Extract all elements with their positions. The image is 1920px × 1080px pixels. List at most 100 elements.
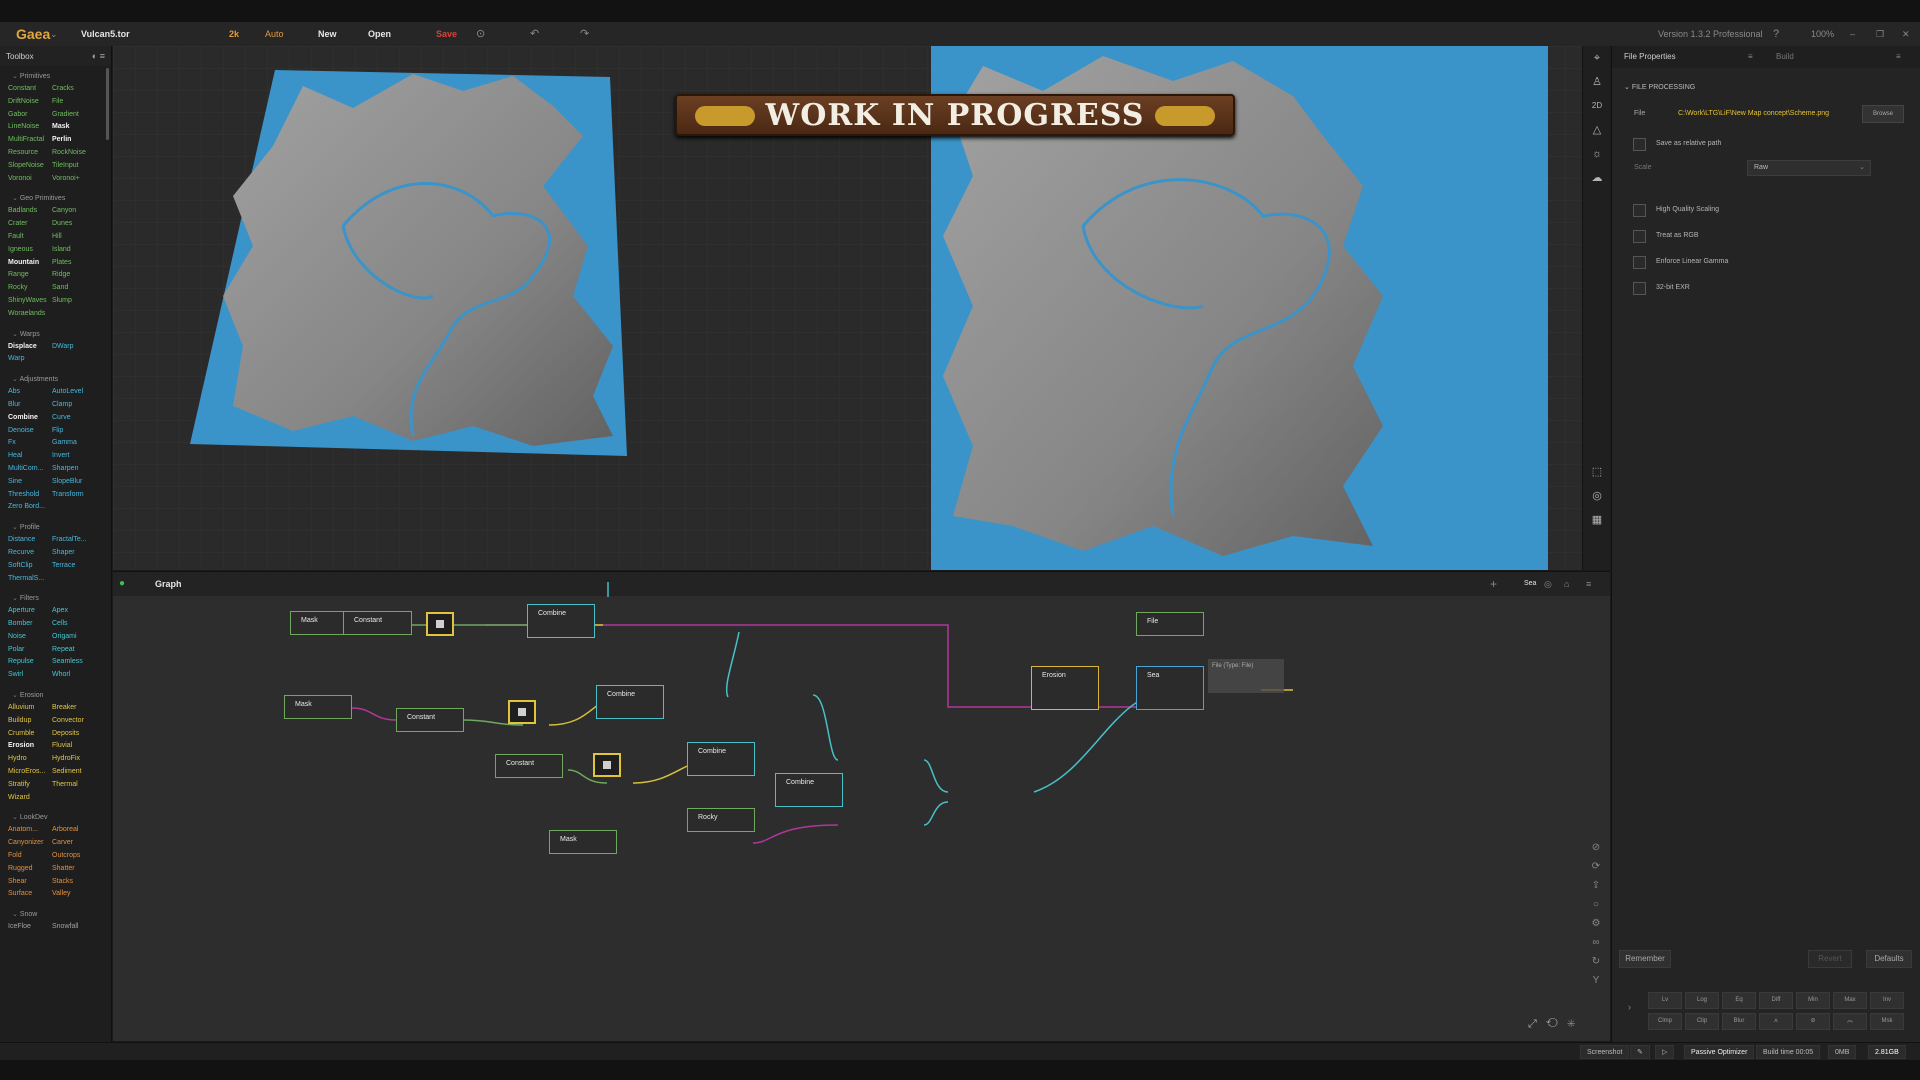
toolbox-node-item[interactable]: File bbox=[52, 96, 112, 108]
toolbox-node-item[interactable]: Resource bbox=[8, 147, 52, 159]
properties-menu-icon[interactable]: ≡ bbox=[1748, 46, 1753, 68]
toolbox-node-item[interactable]: Constant bbox=[8, 83, 52, 95]
toolbox-node-item[interactable]: Heal bbox=[8, 450, 52, 462]
toolbox-node-item[interactable]: Sine bbox=[8, 476, 52, 488]
toolbox-node-item[interactable]: AutoLevel bbox=[52, 386, 112, 398]
toolbox-node-item[interactable]: Mountain bbox=[8, 257, 52, 269]
cloud-icon[interactable]: ☁ bbox=[1583, 166, 1611, 190]
toolbox-node-item[interactable]: Gamma bbox=[52, 437, 112, 449]
toolbox-section-title[interactable]: Erosion bbox=[0, 689, 111, 702]
build-mode-dropdown[interactable]: Auto bbox=[265, 22, 284, 46]
toolbox-node-item[interactable]: Hydro bbox=[8, 753, 52, 765]
help-icon[interactable]: ? bbox=[1773, 22, 1779, 46]
toolbox-node-item[interactable]: RockNoise bbox=[52, 147, 112, 159]
mini-tool-button[interactable]: Lv bbox=[1648, 992, 1682, 1009]
frame-icon[interactable]: ⬚ bbox=[1583, 460, 1611, 484]
option-checkbox[interactable] bbox=[1633, 230, 1646, 243]
relative-path-checkbox[interactable] bbox=[1633, 138, 1646, 151]
toolbox-node-item[interactable]: Aperture bbox=[8, 605, 52, 617]
toolbox-section-title[interactable]: Snow bbox=[0, 908, 111, 921]
play-icon[interactable]: ▷ bbox=[1655, 1045, 1675, 1059]
toolbox-node-item[interactable]: Wizard bbox=[8, 792, 52, 804]
toolbox-node-item[interactable]: Invert bbox=[52, 450, 112, 462]
toolbox-node-item[interactable]: Voronoi+ bbox=[52, 173, 112, 185]
toolbox-node-item[interactable]: Voronoi bbox=[8, 173, 52, 185]
toolbox-node-item[interactable]: Polar bbox=[8, 644, 52, 656]
toolbox-node-item[interactable]: Crumble bbox=[8, 728, 52, 740]
toolbox-menu-icon[interactable]: ◐ ≡ bbox=[92, 51, 105, 61]
graph-node-combine2[interactable]: Combine bbox=[596, 685, 664, 719]
mini-tool-button[interactable]: ⊘ bbox=[1796, 1013, 1830, 1030]
toolbox-node-item[interactable]: Rocky bbox=[8, 282, 52, 294]
toolbox-node-item[interactable]: Deposits bbox=[52, 728, 112, 740]
toolbox-node-item[interactable]: Recurve bbox=[8, 547, 52, 559]
toolbox-node-item[interactable]: Mask bbox=[52, 121, 112, 133]
toolbox-node-item[interactable]: Valley bbox=[52, 888, 112, 900]
tab-build[interactable]: Build bbox=[1776, 46, 1794, 68]
pin-icon[interactable]: ✳ bbox=[1567, 1018, 1575, 1030]
toolbox-node-item[interactable]: Fx bbox=[8, 437, 52, 449]
mini-tool-button[interactable]: Blur bbox=[1722, 1013, 1756, 1030]
toolbox-node-item[interactable]: Transform bbox=[52, 489, 112, 501]
toolbox-node-item[interactable]: Convector bbox=[52, 715, 112, 727]
graph-portal-node[interactable] bbox=[426, 612, 454, 636]
toolbox-node-item[interactable]: HydroFix bbox=[52, 753, 112, 765]
toolbox-node-item[interactable]: Repulse bbox=[8, 656, 52, 668]
grid-icon[interactable]: ▦ bbox=[1583, 508, 1611, 532]
graph-node-const2[interactable]: Constant bbox=[396, 708, 464, 732]
toolbox-node-item[interactable]: Surface bbox=[8, 888, 52, 900]
toolbox-node-item[interactable]: Gabor bbox=[8, 109, 52, 121]
sync-icon[interactable]: ⟲ bbox=[1546, 1018, 1558, 1030]
toolbox-node-item[interactable]: Dunes bbox=[52, 218, 112, 230]
graph-node-erosion[interactable]: Erosion bbox=[1031, 666, 1099, 710]
mini-tool-button[interactable]: Clip bbox=[1685, 1013, 1719, 1030]
terrain-icon[interactable]: △ bbox=[1583, 118, 1611, 142]
toolbox-node-item[interactable]: Denoise bbox=[8, 425, 52, 437]
branch-icon[interactable]: Y bbox=[1582, 975, 1610, 994]
toolbox-node-item[interactable]: Shatter bbox=[52, 863, 112, 875]
revert-button[interactable]: Revert bbox=[1808, 950, 1852, 968]
graph-node-combine3[interactable]: Combine bbox=[687, 742, 755, 776]
gear-icon[interactable]: ⚙ bbox=[1582, 918, 1610, 937]
toolbox-node-item[interactable]: Erosion bbox=[8, 740, 52, 752]
toolbox-node-item[interactable]: FractalTe... bbox=[52, 534, 112, 546]
toolbox-node-item[interactable]: Ridge bbox=[52, 269, 112, 281]
sun-icon[interactable]: ☼ bbox=[1583, 142, 1611, 166]
mini-tool-button[interactable]: Diff bbox=[1759, 992, 1793, 1009]
toolbox-node-item[interactable]: Anatom... bbox=[8, 824, 52, 836]
toolbox-node-item[interactable]: MicroEros... bbox=[8, 766, 52, 778]
toolbox-node-item[interactable]: Origami bbox=[52, 631, 112, 643]
compass-icon[interactable]: ◎ bbox=[1583, 484, 1611, 508]
undo-icon[interactable]: ↶ bbox=[530, 22, 539, 46]
maximize-icon[interactable]: ❐ bbox=[1876, 22, 1884, 46]
toolbox-node-item[interactable]: Warp bbox=[8, 353, 52, 365]
mini-tool-button[interactable]: ⋏ bbox=[1759, 1013, 1793, 1030]
defaults-button[interactable]: Defaults bbox=[1866, 950, 1912, 968]
toolbox-node-item[interactable]: Outcrops bbox=[52, 850, 112, 862]
toolbox-node-item[interactable]: Carver bbox=[52, 837, 112, 849]
resolution-dropdown[interactable]: 2k bbox=[229, 22, 239, 46]
toolbox-section-title[interactable]: Geo Primitives bbox=[0, 192, 111, 205]
toolbox-node-item[interactable]: Abs bbox=[8, 386, 52, 398]
disable-icon[interactable]: ⊘ bbox=[1582, 842, 1610, 861]
rotate-icon[interactable]: ↻ bbox=[1582, 956, 1610, 975]
toolbox-node-item[interactable]: Island bbox=[52, 244, 112, 256]
save-button[interactable]: Save bbox=[436, 22, 457, 46]
toolbox-node-item[interactable]: Threshold bbox=[8, 489, 52, 501]
toolbox-section-title[interactable]: LookDev bbox=[0, 811, 111, 824]
toolbox-node-item[interactable]: Snowfall bbox=[52, 921, 112, 933]
mini-tool-button[interactable]: Max bbox=[1833, 992, 1867, 1009]
toolbox-node-item[interactable]: Cracks bbox=[52, 83, 112, 95]
graph-node-combine1[interactable]: Combine bbox=[527, 604, 595, 638]
export-icon[interactable]: ⇪ bbox=[1582, 880, 1610, 899]
section-file-processing[interactable]: ⌄ FILE PROCESSING bbox=[1612, 78, 1920, 98]
mini-tool-button[interactable]: Min bbox=[1796, 992, 1830, 1009]
toolbox-node-item[interactable]: Slump bbox=[52, 295, 112, 307]
toolbox-node-item[interactable]: Displace bbox=[8, 341, 52, 353]
chevron-right-icon[interactable]: › bbox=[1628, 1002, 1631, 1012]
fit-view-icon[interactable]: ⤢ bbox=[1528, 1018, 1537, 1030]
toolbox-node-item[interactable]: Igneous bbox=[8, 244, 52, 256]
toolbox-node-item[interactable]: Cells bbox=[52, 618, 112, 630]
mini-tool-button[interactable]: Eq bbox=[1722, 992, 1756, 1009]
toolbox-node-item[interactable]: Gradient bbox=[52, 109, 112, 121]
